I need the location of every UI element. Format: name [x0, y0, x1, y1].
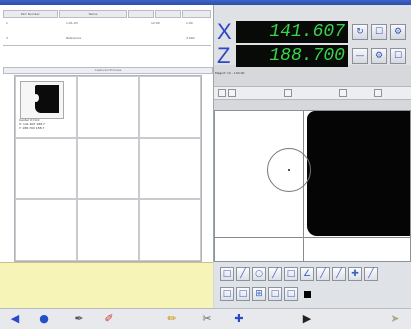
pan-icon[interactable] — [339, 89, 347, 97]
row-value: 3.000 — [186, 36, 195, 40]
circle-center-dot — [288, 169, 290, 171]
list-row[interactable]: 1 1-01-03 12:00 1.00 — [6, 21, 206, 26]
x-readout: 141.607 — [236, 21, 348, 43]
picture-cell[interactable] — [77, 137, 139, 200]
frame-tool-icon[interactable]: □ — [284, 287, 298, 301]
picture-cell[interactable] — [139, 199, 201, 261]
row-name: 1-01-03 — [66, 21, 78, 25]
thumbnail-caption: Center X=0.0 X: 141.607 188.7 Y: 188.700… — [19, 118, 59, 130]
part-notch — [33, 94, 39, 102]
col-header-5[interactable] — [182, 10, 211, 18]
picture-cell[interactable] — [77, 199, 139, 261]
image-toolbar — [214, 86, 411, 100]
z-preset-button[interactable]: ⚙ — [371, 48, 387, 64]
x-aux-button[interactable]: ⚙ — [390, 24, 406, 40]
z-zero-button[interactable]: — — [352, 48, 368, 64]
status-text: Magnif: 1X - 100.00 — [215, 71, 245, 75]
taskbar: ◀ ● ✒ ✐ ✏ ✂ ✚ ▶ ➤ — [0, 308, 411, 329]
z-aux-button[interactable]: ☐ — [390, 48, 406, 64]
picture-grid: Center X=0.0 X: 141.607 188.7 Y: 188.700… — [14, 75, 202, 262]
brush-icon[interactable]: ✐ — [102, 312, 116, 326]
grid-tool-icon[interactable]: ⊞ — [252, 287, 266, 301]
rect-tool-icon[interactable]: ╱ — [316, 267, 330, 281]
black-square-icon[interactable] — [304, 291, 311, 298]
arc-tool-icon[interactable]: ╱ — [268, 267, 282, 281]
picture-cell[interactable] — [139, 76, 201, 138]
measure-tools-panel: □ ╱ ○ ╱ □ ∠ ╱ ╱ ✚ ╱ □ □ ⊞ □ □ — [214, 262, 411, 308]
row-id: 3 — [6, 36, 8, 40]
picture-cell[interactable] — [139, 137, 201, 200]
point-tool-icon[interactable]: □ — [220, 267, 234, 281]
caption-line: Y: 188.700 188.7 — [19, 126, 45, 130]
edge-tool-icon[interactable]: □ — [220, 287, 234, 301]
slope-tool-icon[interactable]: ╱ — [332, 267, 346, 281]
list-header: Part Number Name — [3, 10, 211, 18]
app-logo-icon[interactable]: ◀ — [8, 312, 22, 326]
globe-icon[interactable]: ● — [37, 312, 51, 326]
row-time: 12:00 — [151, 21, 160, 25]
list-divider — [3, 45, 211, 46]
picture-cell[interactable] — [15, 199, 77, 261]
cursor-icon[interactable]: ➤ — [388, 312, 402, 326]
col-header-name[interactable]: Name — [58, 10, 128, 18]
picture-cell[interactable]: Center X=0.0 X: 141.607 188.7 Y: 188.700… — [15, 76, 77, 138]
angle-tool-icon[interactable]: ∠ — [300, 267, 314, 281]
box-tool-icon[interactable]: □ — [268, 287, 282, 301]
fit-icon[interactable] — [284, 89, 292, 97]
crosshair-icon[interactable]: ✚ — [232, 312, 246, 326]
picture-thumbnail[interactable] — [20, 81, 64, 119]
row-name: Reference — [66, 36, 82, 40]
x-zero-button[interactable]: ↻ — [352, 24, 368, 40]
row-value: 1.00 — [186, 21, 193, 25]
scissors-icon[interactable]: ✂ — [200, 312, 214, 326]
pen-icon[interactable]: ✒ — [72, 312, 86, 326]
camera-view[interactable] — [214, 110, 411, 262]
picture-cell[interactable] — [77, 76, 139, 138]
row-id: 1 — [6, 21, 8, 25]
crosshair-tool-icon[interactable]: ✚ — [348, 267, 362, 281]
gallery-header: Captured Pictures — [3, 67, 213, 74]
part-image — [307, 111, 410, 236]
picture-cell[interactable] — [15, 137, 77, 200]
crosshair-horizontal — [215, 237, 410, 238]
col-header-part[interactable]: Part Number — [3, 10, 58, 18]
list-row[interactable]: 3 Reference 3.000 — [6, 36, 206, 41]
extra-tool-icon[interactable]: ╱ — [364, 267, 378, 281]
col-header-4[interactable] — [155, 10, 182, 18]
circle-tool-icon[interactable]: ○ — [252, 267, 266, 281]
pencil-icon[interactable]: ✏ — [165, 312, 179, 326]
x-axis-label: X — [217, 19, 232, 44]
line-tool-icon[interactable]: ╱ — [236, 267, 250, 281]
zoom-in-icon[interactable] — [228, 89, 236, 97]
distance-tool-icon[interactable]: □ — [284, 267, 298, 281]
notes-panel[interactable] — [0, 262, 213, 309]
z-readout: 188.700 — [236, 45, 348, 67]
settings-icon[interactable] — [374, 89, 382, 97]
col-header-3[interactable] — [128, 10, 155, 18]
step-tool-icon[interactable]: □ — [236, 287, 250, 301]
zoom-out-icon[interactable] — [218, 89, 226, 97]
x-preset-button[interactable]: ☐ — [371, 24, 387, 40]
z-axis-label: Z — [217, 43, 231, 68]
pointer-icon[interactable]: ▶ — [300, 312, 314, 326]
